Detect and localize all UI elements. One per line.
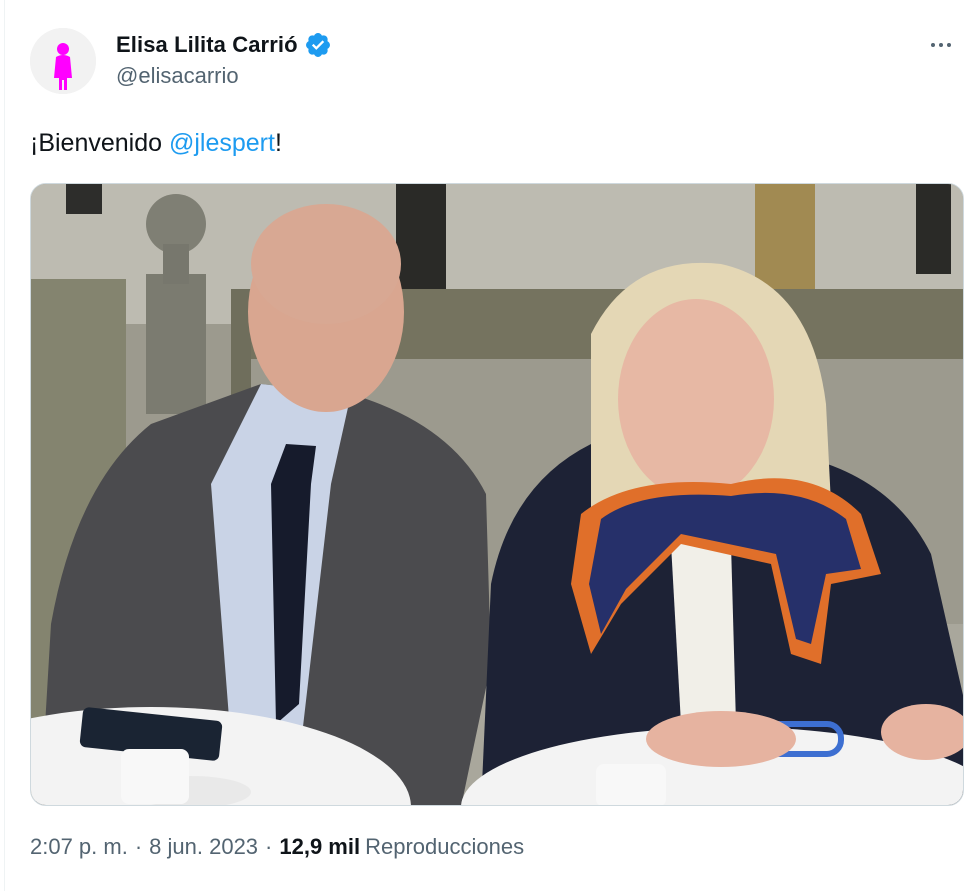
author-handle[interactable]: @elisacarrio [116,63,239,89]
mention-link[interactable]: @jlespert [169,129,275,157]
tweet-date[interactable]: 8 jun. 2023 [149,834,258,860]
tweet-photo[interactable] [30,183,964,806]
meta-separator: · [134,834,143,859]
avatar[interactable] [30,28,96,94]
photo-illustration [31,184,963,805]
woman-silhouette-icon [30,28,96,94]
tweet-text-after: ! [274,129,282,157]
meta-separator: · [265,834,273,859]
more-options-button[interactable] [921,28,961,62]
tweet-meta: 2:07 p. m. · 8 jun. 2023 · 12,9 mil Repr… [30,834,524,860]
verified-badge-icon[interactable] [304,31,332,59]
tweet-time[interactable]: 2:07 p. m. [30,834,128,860]
views-label: Reproducciones [365,834,525,859]
more-horizontal-icon [931,43,935,47]
tweet-text-before: ¡Bienvenido [30,129,169,157]
author-name-row[interactable]: Elisa Lilita Carrió [116,30,332,60]
author-display-name[interactable]: Elisa Lilita Carrió [116,32,298,58]
tweet-text: ¡Bienvenido @jlespert! [30,126,282,160]
timeline-border [4,0,5,891]
views-count: 12,9 mil [279,834,361,859]
